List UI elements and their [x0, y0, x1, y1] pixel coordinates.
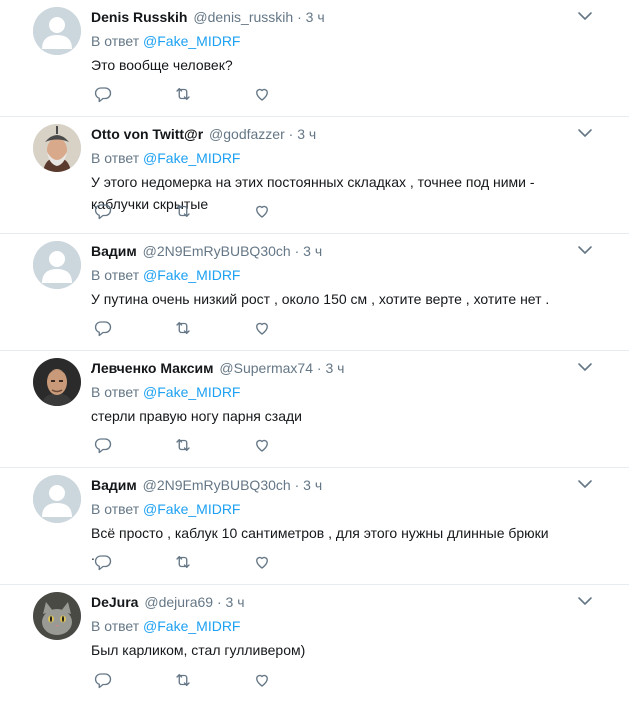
display-name[interactable]: Вадим: [91, 243, 137, 259]
reply-icon[interactable]: [93, 670, 113, 690]
retweet-icon[interactable]: [173, 435, 193, 455]
user-handle[interactable]: @dejura69: [144, 594, 213, 610]
mention-link[interactable]: @Fake_MIDRF: [143, 618, 240, 634]
separator-dot: ·: [288, 126, 294, 142]
timestamp[interactable]: 3 ч: [303, 477, 322, 493]
user-handle[interactable]: @2N9EmRyBUBQ30ch: [143, 477, 291, 493]
reply-prefix: В ответ: [91, 150, 140, 166]
display-name[interactable]: Левченко Максим: [91, 360, 214, 376]
reply-prefix: В ответ: [91, 618, 140, 634]
timestamp[interactable]: 3 ч: [325, 360, 344, 376]
tweet-actions: [91, 670, 291, 690]
mention-link[interactable]: @Fake_MIDRF: [143, 384, 240, 400]
tweet-header: Otto von Twitt@r @godfazzer · 3 ч: [91, 124, 316, 144]
user-handle[interactable]: @godfazzer: [209, 126, 285, 142]
retweet-icon[interactable]: [173, 201, 193, 221]
reply-icon[interactable]: [93, 435, 113, 455]
default-avatar[interactable]: [33, 7, 81, 55]
timestamp[interactable]: 3 ч: [306, 9, 325, 25]
tweet-header: Левченко Максим @Supermax74 · 3 ч: [91, 358, 344, 378]
tweet[interactable]: Вадим @2N9EmRyBUBQ30ch · 3 ч В ответ @Fa…: [0, 468, 629, 585]
tweet[interactable]: Denis Russkih @denis_russkih · 3 ч В отв…: [0, 0, 629, 117]
separator-dot: ·: [294, 477, 300, 493]
reply-prefix: В ответ: [91, 384, 140, 400]
like-icon[interactable]: [252, 84, 272, 104]
chevron-down-icon[interactable]: [577, 595, 593, 607]
display-name[interactable]: DeJura: [91, 594, 138, 610]
man-portrait-avatar[interactable]: [33, 358, 81, 406]
reply-prefix: В ответ: [91, 267, 140, 283]
reply-context: В ответ @Fake_MIDRF: [91, 499, 240, 519]
tweet[interactable]: Otto von Twitt@r @godfazzer · 3 ч В отве…: [0, 117, 629, 234]
retweet-icon[interactable]: [173, 318, 193, 338]
reply-context: В ответ @Fake_MIDRF: [91, 31, 240, 51]
tweet-text: Был карликом, стал гулливером): [91, 642, 306, 658]
reply-icon[interactable]: [93, 84, 113, 104]
mention-link[interactable]: @Fake_MIDRF: [143, 33, 240, 49]
like-icon[interactable]: [252, 435, 272, 455]
tweet-header: DeJura @dejura69 · 3 ч: [91, 592, 245, 612]
timestamp[interactable]: 3 ч: [303, 243, 322, 259]
tweet-header: Вадим @2N9EmRyBUBQ30ch · 3 ч: [91, 475, 322, 495]
reply-context: В ответ @Fake_MIDRF: [91, 265, 240, 285]
retweet-icon[interactable]: [173, 670, 193, 690]
reply-icon[interactable]: [93, 552, 113, 572]
timestamp[interactable]: 3 ч: [297, 126, 316, 142]
display-name[interactable]: Otto von Twitt@r: [91, 126, 203, 142]
tweet[interactable]: Левченко Максим @Supermax74 · 3 ч В отве…: [0, 351, 629, 468]
chevron-down-icon[interactable]: [577, 10, 593, 22]
like-icon[interactable]: [252, 670, 272, 690]
separator-dot: ·: [294, 243, 300, 259]
user-handle[interactable]: @Supermax74: [219, 360, 313, 376]
reply-context: В ответ @Fake_MIDRF: [91, 616, 240, 636]
tweet-actions: [91, 318, 291, 338]
reply-feed: Denis Russkih @denis_russkih · 3 ч В отв…: [0, 0, 629, 702]
chevron-down-icon[interactable]: [577, 244, 593, 256]
default-avatar[interactable]: [33, 241, 81, 289]
tweet-text: стерли правую ногу парня сзади: [91, 408, 302, 424]
separator-dot: ·: [316, 360, 322, 376]
chevron-down-icon[interactable]: [577, 361, 593, 373]
tweet-text: Это вообще человек?: [91, 57, 233, 73]
like-icon[interactable]: [252, 552, 272, 572]
user-handle[interactable]: @2N9EmRyBUBQ30ch: [143, 243, 291, 259]
separator-dot: ·: [297, 9, 302, 25]
like-icon[interactable]: [252, 318, 272, 338]
tweet[interactable]: Вадим @2N9EmRyBUBQ30ch · 3 ч В ответ @Fa…: [0, 234, 629, 351]
tweet-actions: [91, 201, 291, 221]
mention-link[interactable]: @Fake_MIDRF: [143, 267, 240, 283]
tweet-header: Вадим @2N9EmRyBUBQ30ch · 3 ч: [91, 241, 322, 261]
chevron-down-icon[interactable]: [577, 478, 593, 490]
tweet-actions: [91, 84, 291, 104]
mention-link[interactable]: @Fake_MIDRF: [143, 150, 240, 166]
chevron-down-icon[interactable]: [577, 127, 593, 139]
display-name[interactable]: Вадим: [91, 477, 137, 493]
default-avatar[interactable]: [33, 475, 81, 523]
separator-dot: ·: [216, 594, 222, 610]
tweet-actions: [91, 552, 291, 572]
mention-link[interactable]: @Fake_MIDRF: [143, 501, 240, 517]
timestamp[interactable]: 3 ч: [226, 594, 245, 610]
retweet-icon[interactable]: [173, 84, 193, 104]
display-name[interactable]: Denis Russkih: [91, 9, 187, 25]
cat-avatar[interactable]: [33, 592, 81, 640]
reply-prefix: В ответ: [91, 33, 140, 49]
reply-context: В ответ @Fake_MIDRF: [91, 382, 240, 402]
like-icon[interactable]: [252, 201, 272, 221]
reply-context: В ответ @Fake_MIDRF: [91, 148, 240, 168]
reply-prefix: В ответ: [91, 501, 140, 517]
bearded-man-with-helmet-avatar[interactable]: [33, 124, 81, 172]
reply-icon[interactable]: [93, 318, 113, 338]
tweet[interactable]: DeJura @dejura69 · 3 ч В ответ @Fake_MID…: [0, 585, 629, 702]
user-handle[interactable]: @denis_russkih: [193, 9, 293, 25]
tweet-text: У путина очень низкий рост , около 150 с…: [91, 291, 550, 307]
tweet-actions: [91, 435, 291, 455]
retweet-icon[interactable]: [173, 552, 193, 572]
tweet-header: Denis Russkih @denis_russkih · 3 ч: [91, 7, 325, 27]
reply-icon[interactable]: [93, 201, 113, 221]
